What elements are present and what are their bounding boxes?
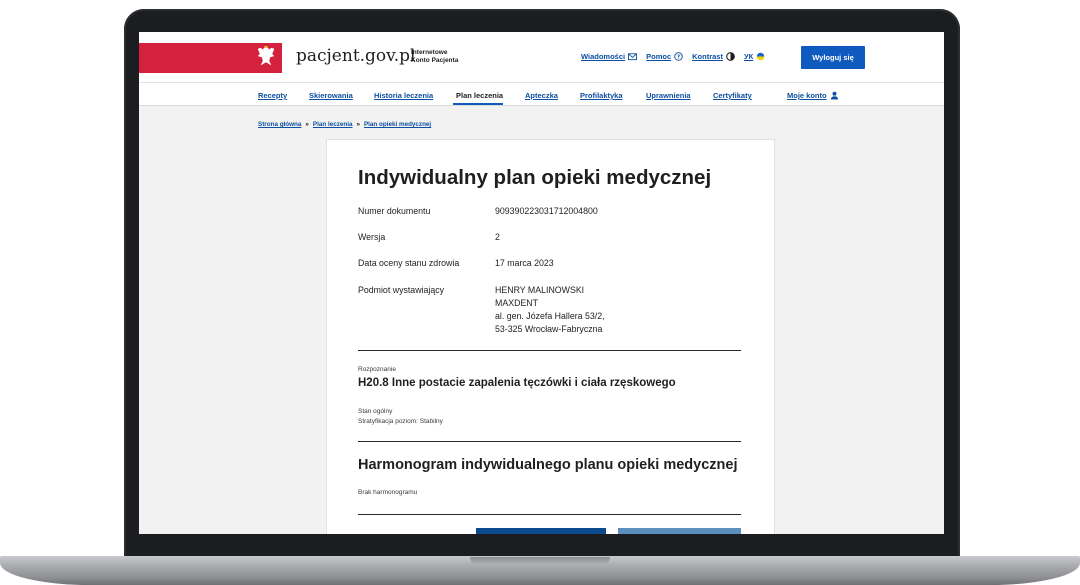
ukrainian-link-label: УК <box>743 52 754 61</box>
messages-link[interactable]: Wiadomości <box>581 52 638 61</box>
browser-viewport: pacjent.gov.pl Internetowe Konto Pacjent… <box>139 32 944 534</box>
secondary-action-button[interactable] <box>618 528 741 534</box>
header-utility-links: Wiadomości Pomoc ? Kontrast УК <box>581 52 765 61</box>
health-assessment-date-value: 17 marca 2023 <box>495 258 554 268</box>
version-label: Wersja <box>358 232 386 242</box>
section-divider <box>358 441 741 442</box>
version-value: 2 <box>495 232 500 242</box>
document-number-value: 909390223031712004800 <box>495 206 598 216</box>
active-tab-indicator <box>453 103 503 105</box>
breadcrumb-separator: » <box>305 121 309 128</box>
site-header: pacjent.gov.pl Internetowe Konto Pacjent… <box>139 32 944 83</box>
my-account-label: Moje konto <box>787 91 827 100</box>
nav-item-certyfikaty[interactable]: Certyfikaty <box>713 91 752 100</box>
diagnosis-label: Rozpoznanie <box>358 366 396 373</box>
schedule-heading: Harmonogram indywidualnego planu opieki … <box>358 457 738 473</box>
user-icon <box>830 91 838 100</box>
issuer-street: al. gen. Józefa Hallera 53/2, <box>495 311 605 321</box>
logout-button[interactable]: Wyloguj się <box>801 46 865 69</box>
nav-item-my-account[interactable]: Moje konto <box>787 91 839 100</box>
help-circle-icon: ? <box>674 52 683 61</box>
health-assessment-date-label: Data oceny stanu zdrowia <box>358 258 460 268</box>
section-divider <box>358 350 741 351</box>
issuer-city: 53-325 Wrocław-Fabryczna <box>495 324 603 334</box>
nav-item-historia-leczenia[interactable]: Historia leczenia <box>374 91 433 100</box>
general-state-value: Stratyfikacja poziom: Stabilny <box>358 418 443 425</box>
contrast-link[interactable]: Kontrast <box>692 52 735 61</box>
issuer-company: MAXDENT <box>495 298 539 308</box>
breadcrumb-plan-opieki[interactable]: Plan opieki medycznej <box>364 121 431 128</box>
breadcrumb-home[interactable]: Strona główna <box>258 121 301 128</box>
nav-item-apteczka[interactable]: Apteczka <box>525 91 558 100</box>
nav-item-plan-leczenia[interactable]: Plan leczenia <box>456 91 503 100</box>
section-divider <box>358 514 741 515</box>
general-state-label: Stan ogólny <box>358 408 393 415</box>
help-link[interactable]: Pomoc ? <box>646 52 683 61</box>
nav-item-recepty[interactable]: Recepty <box>258 91 287 100</box>
contrast-icon <box>726 52 735 61</box>
laptop-hinge-notch <box>470 557 610 565</box>
ukraine-flag-icon <box>756 52 765 61</box>
breadcrumb-separator: » <box>356 121 360 128</box>
breadcrumb-plan-leczenia[interactable]: Plan leczenia <box>313 121 353 128</box>
logo-subtitle-line-2: Konto Pacjenta <box>411 57 459 64</box>
primary-action-button[interactable] <box>476 528 606 534</box>
polish-eagle-emblem-icon <box>257 46 275 66</box>
nav-item-profilaktyka[interactable]: Profilaktyka <box>580 91 623 100</box>
contrast-link-label: Kontrast <box>692 52 723 61</box>
breadcrumb: Strona główna» Plan leczenia» Plan opieki … <box>258 121 431 128</box>
diagnosis-value: H20.8 Inne postacie zapalenia tęczówki i… <box>358 377 676 389</box>
schedule-empty-text: Brak harmonogramu <box>358 489 418 496</box>
document-number-label: Numer dokumentu <box>358 206 431 216</box>
site-logo-text[interactable]: pacjent.gov.pl <box>296 46 415 66</box>
help-link-label: Pomoc <box>646 52 672 61</box>
nav-item-uprawnienia[interactable]: Uprawnienia <box>646 91 691 100</box>
envelope-icon <box>628 53 638 61</box>
ukrainian-language-link[interactable]: УК <box>744 52 765 61</box>
svg-text:?: ? <box>677 55 680 61</box>
page-title: Indywidualny plan opieki medycznej <box>358 166 712 189</box>
main-navigation: Recepty Skierowania Historia leczenia Pl… <box>139 83 944 106</box>
issuer-label: Podmiot wystawiający <box>358 285 445 295</box>
issuer-name: HENRY MALINOWSKI <box>495 285 585 295</box>
logo-subtitle-line-1: Internetowe <box>411 49 448 56</box>
nav-item-skierowania[interactable]: Skierowania <box>309 91 353 100</box>
site-logo-subtitle: Internetowe Konto Pacjenta <box>411 49 458 65</box>
messages-link-label: Wiadomości <box>581 52 626 61</box>
document-card: Indywidualny plan opieki medycznej Numer… <box>326 139 775 534</box>
